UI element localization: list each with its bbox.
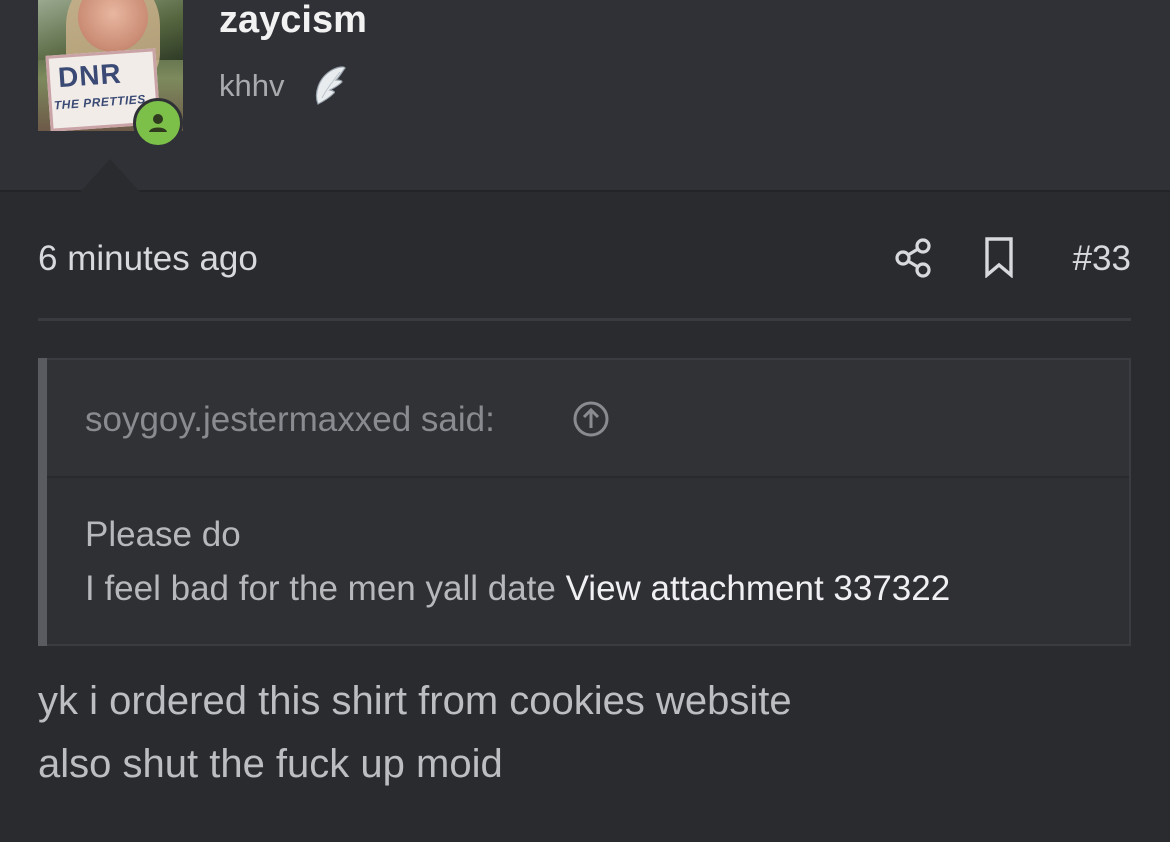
wing-icon [315,66,346,105]
quote-accent-bar [38,358,47,646]
avatar-sign-big-text: DNR [56,57,123,94]
quote-content: Please do I feel bad for the men yall da… [85,508,950,616]
post-timestamp[interactable]: 6 minutes ago [38,239,258,279]
quote-author[interactable]: soygoy.jestermaxxed said: [85,400,495,440]
post-user-header: DNR THE PRETTIES zaycism khhv [0,0,1170,192]
user-icon [149,114,167,132]
share-icon[interactable] [894,237,932,279]
quote-block: soygoy.jestermaxxed said: Please do I fe… [38,358,1131,646]
quote-header: soygoy.jestermaxxed said: [47,360,1129,478]
arrow-up-circle-icon[interactable] [572,400,610,438]
thread-post: DNR THE PRETTIES zaycism khhv 6 minutes … [0,0,1170,842]
post-divider [38,318,1131,321]
post-pointer [80,159,140,192]
post-meta-bar: 6 minutes ago #33 [38,232,1131,286]
quote-line-1: Please do [85,515,241,554]
online-status-icon [133,98,183,148]
avatar-sign-small-text: THE PRETTIES [53,92,147,113]
user-title: khhv [219,68,285,103]
message-line-1: yk i ordered this shirt from cookies web… [38,679,792,723]
message-line-2: also shut the fuck up moid [38,742,503,786]
username[interactable]: zaycism [219,0,367,40]
post-number-link[interactable]: #33 [1073,239,1131,279]
post-message: yk i ordered this shirt from cookies web… [38,670,792,796]
quote-line-2-text: I feel bad for the men yall date [85,569,556,608]
view-attachment-link[interactable]: View attachment 337322 [566,569,951,608]
quote-line-2: I feel bad for the men yall date View at… [85,562,950,616]
bookmark-icon[interactable] [982,236,1016,278]
